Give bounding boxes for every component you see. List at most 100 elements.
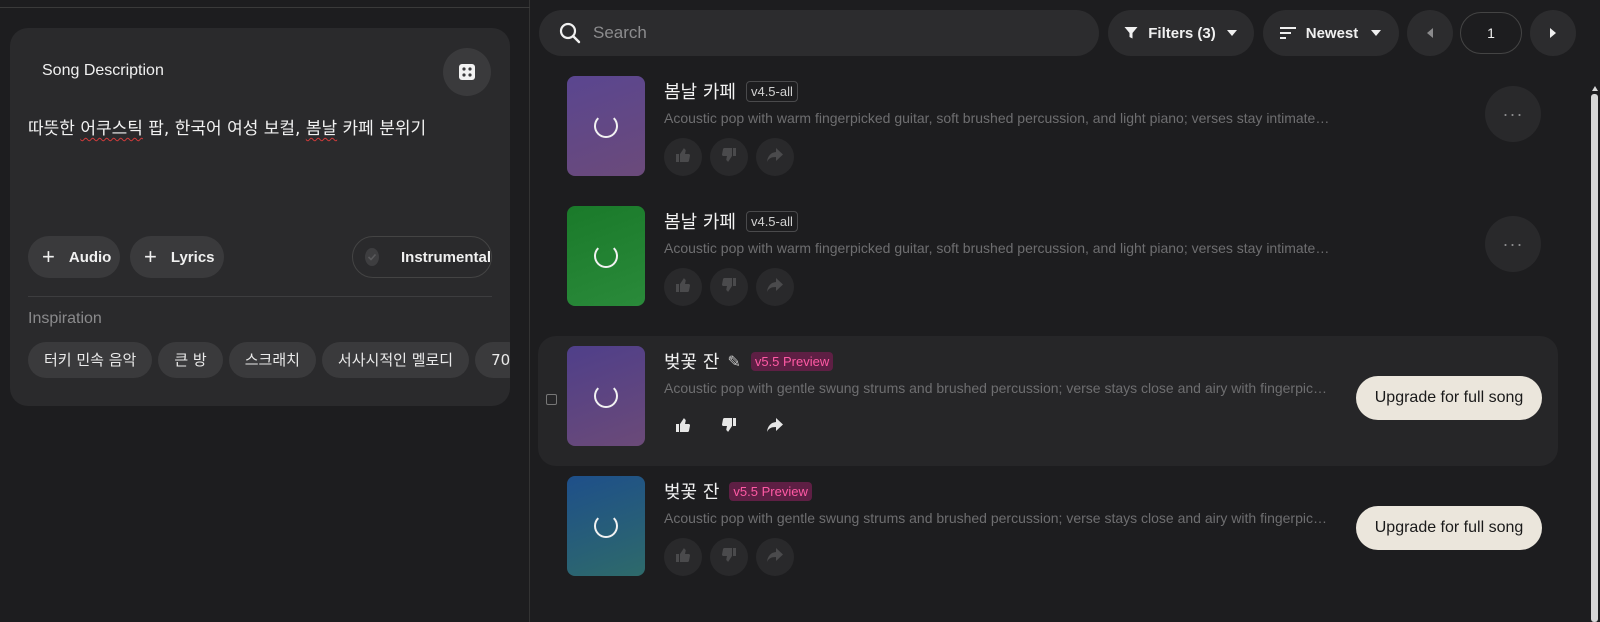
next-page-button[interactable] (1530, 10, 1576, 56)
song-row[interactable]: 봄날 카페 v4.5-all Acoustic pop with warm fing… (538, 66, 1558, 196)
more-options-button[interactable]: ··· (1485, 86, 1541, 142)
song-description-input[interactable]: 따뜻한 어쿠스틱 팝, 한국어 여성 보컬, 봄날 카페 분위기 (28, 114, 426, 139)
chevron-down-icon (1226, 30, 1237, 36)
thumbs-up-icon (675, 417, 691, 438)
add-audio-button[interactable]: + Audio (28, 236, 120, 278)
sort-icon (1279, 27, 1296, 39)
inspiration-chip[interactable]: 터키 민속 음악 (28, 342, 153, 378)
share-icon (766, 147, 784, 168)
select-checkbox[interactable] (546, 394, 557, 405)
share-icon (766, 547, 784, 568)
add-lyrics-button[interactable]: + Lyrics (130, 236, 224, 278)
song-actions (664, 408, 802, 446)
create-panel: Song Description 따뜻한 어쿠스틱 팝, 한국어 여성 보컬, … (0, 0, 530, 622)
loading-spinner-icon (594, 384, 618, 408)
loading-spinner-icon (594, 244, 618, 268)
thumbs-up-icon (675, 547, 691, 568)
song-description-card: Song Description 따뜻한 어쿠스틱 팝, 한국어 여성 보컬, … (10, 28, 510, 406)
share-button[interactable] (756, 408, 794, 446)
song-row[interactable]: 벚꽃 잔 v5.5 Preview Acoustic pop with gentle… (538, 466, 1558, 596)
scroll-up-icon[interactable] (1590, 83, 1600, 93)
upgrade-button[interactable]: Upgrade for full song (1356, 506, 1542, 550)
inspiration-chip[interactable]: 70 (475, 342, 510, 378)
search-input[interactable]: Search (539, 10, 1099, 56)
like-button[interactable] (664, 268, 702, 306)
song-cover[interactable] (567, 476, 645, 576)
thumbs-down-icon (721, 277, 737, 298)
search-icon (559, 22, 581, 44)
description-text: 팝, 한국어 여성 보컬, (142, 119, 306, 139)
loading-spinner-icon (594, 114, 618, 138)
thumbs-up-icon (675, 147, 691, 168)
song-row[interactable]: 벚꽃 잔 ✎ v5.5 Preview Acoustic pop with gentl… (538, 336, 1558, 466)
model-version-badge: v4.5-all (745, 80, 798, 102)
share-button[interactable] (756, 268, 794, 306)
dislike-button[interactable] (710, 268, 748, 306)
description-text: 봄날 (305, 119, 338, 139)
song-description-title: Song Description (42, 62, 164, 79)
model-version-badge: v4.5-all (745, 210, 798, 232)
inspiration-chips: 터키 민속 음악 큰 방 스크래치 서사시적인 멜로디 70 (28, 342, 510, 382)
song-cover[interactable] (567, 346, 645, 446)
song-row[interactable]: 봄날 카페 v4.5-all Acoustic pop with warm fing… (538, 196, 1558, 326)
share-icon (766, 277, 784, 298)
random-dice-button[interactable] (443, 48, 491, 96)
loading-spinner-icon (594, 514, 618, 538)
song-style-description: Acoustic pop with gentle swung strums an… (664, 510, 1332, 526)
scrollbar-thumb[interactable] (1591, 94, 1598, 622)
description-text: 어쿠스틱 (80, 119, 143, 139)
share-button[interactable] (756, 538, 794, 576)
filters-button[interactable]: Filters (3) (1108, 10, 1254, 56)
song-title[interactable]: 벚꽃 잔 (664, 348, 719, 374)
dislike-button[interactable] (710, 138, 748, 176)
prev-page-button[interactable] (1407, 10, 1453, 56)
check-icon (365, 248, 379, 266)
filters-label: Filters (3) (1148, 24, 1216, 42)
song-style-description: Acoustic pop with warm fingerpicked guit… (664, 110, 1332, 126)
description-text: 카페 분위기 (337, 119, 427, 139)
share-button[interactable] (756, 138, 794, 176)
thumbs-down-icon (721, 417, 737, 438)
song-title[interactable]: 봄날 카페 (664, 208, 736, 234)
library-panel: Search Filters (3) Newest 1 봄날 카페 v4.5-al… (530, 0, 1600, 622)
song-actions (664, 268, 802, 306)
song-title[interactable]: 봄날 카페 (664, 78, 736, 104)
song-actions (664, 538, 802, 576)
song-title-wrap: 벚꽃 잔 v5.5 Preview (664, 478, 812, 504)
chevron-right-icon (1550, 28, 1556, 38)
song-cover[interactable] (567, 206, 645, 306)
dislike-button[interactable] (710, 408, 748, 446)
like-button[interactable] (664, 138, 702, 176)
upgrade-button[interactable]: Upgrade for full song (1356, 376, 1542, 420)
description-text: 따뜻한 (28, 119, 81, 139)
song-title-wrap: 봄날 카페 v4.5-all (664, 78, 798, 104)
song-actions (664, 138, 802, 176)
instrumental-label: Instrumental (400, 248, 491, 266)
inspiration-chip[interactable]: 큰 방 (158, 342, 223, 378)
more-options-button[interactable]: ··· (1485, 216, 1541, 272)
dice-icon (459, 64, 475, 80)
chevron-left-icon (1427, 28, 1433, 38)
like-button[interactable] (664, 538, 702, 576)
divider (28, 296, 492, 297)
like-button[interactable] (664, 408, 702, 446)
plus-icon: + (144, 244, 157, 269)
inspiration-chip[interactable]: 스크래치 (228, 342, 316, 378)
instrumental-toggle[interactable]: Instrumental (352, 236, 492, 278)
search-placeholder: Search (593, 23, 647, 42)
song-cover[interactable] (567, 76, 645, 176)
edit-pencil-icon[interactable]: ✎ (727, 352, 740, 371)
song-title[interactable]: 벚꽃 잔 (664, 478, 719, 504)
inspiration-chip[interactable]: 서사시적인 멜로디 (321, 342, 470, 378)
chevron-down-icon (1371, 30, 1382, 36)
model-version-badge: v5.5 Preview (750, 351, 834, 371)
sort-button[interactable]: Newest (1263, 10, 1399, 56)
thumbs-up-icon (675, 277, 691, 298)
page-number[interactable]: 1 (1460, 12, 1522, 54)
song-title-wrap: 벚꽃 잔 ✎ v5.5 Preview (664, 348, 834, 374)
scrollbar[interactable] (1590, 80, 1600, 622)
share-icon (766, 417, 784, 438)
dislike-button[interactable] (710, 538, 748, 576)
audio-label: Audio (68, 248, 112, 266)
divider (0, 7, 530, 8)
